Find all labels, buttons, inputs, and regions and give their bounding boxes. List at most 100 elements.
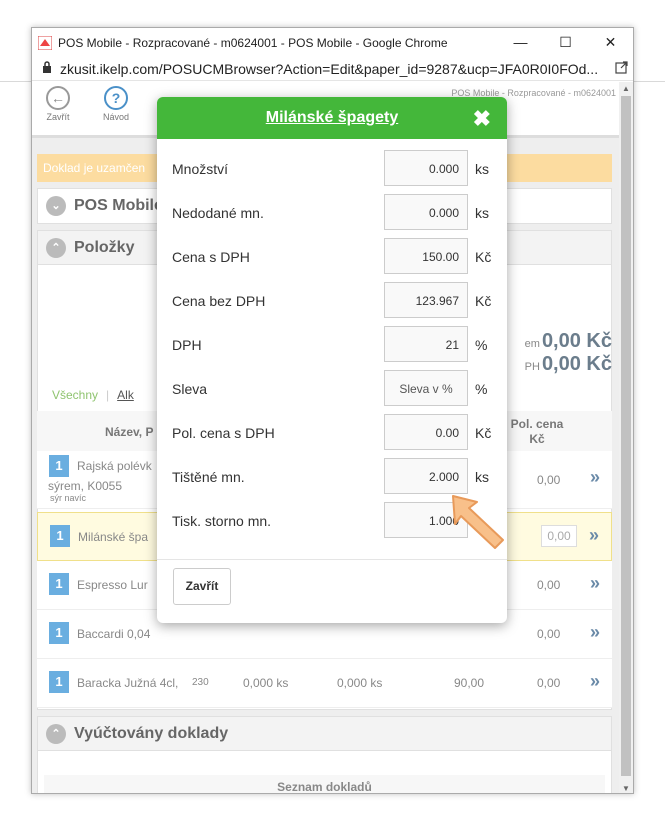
field-label: Pol. cena s DPH: [172, 425, 275, 441]
item-price: 0,00: [537, 473, 561, 487]
col-price: Pol. cena: [510, 417, 564, 431]
item-price-input[interactable]: 0.00: [384, 414, 468, 450]
field-price-without-vat: Cena bez DPH 123.967 Kč: [172, 282, 502, 318]
sum-total: em 0,00 Kč: [525, 330, 612, 353]
chevron-right-icon[interactable]: »: [590, 467, 600, 488]
field-label: Sleva: [172, 381, 208, 397]
accounted-panel-title: Vyúčtovány doklady: [74, 724, 229, 742]
scroll-down-icon[interactable]: ▼: [622, 784, 630, 793]
item-note: sýr navíc: [50, 493, 87, 503]
modal-footer-divider: [157, 559, 507, 560]
question-icon: ?: [104, 86, 128, 110]
lock-icon: [42, 61, 52, 76]
app-favicon-icon: [37, 35, 53, 50]
chevron-up-icon: ⌃: [46, 237, 66, 258]
chevron-down-icon: ⌄: [46, 196, 66, 216]
item-price: 0,00: [537, 676, 561, 690]
field-label: Cena bez DPH: [172, 293, 266, 309]
quantity-input[interactable]: 0.000: [384, 150, 468, 186]
close-icon[interactable]: ✖: [473, 106, 491, 132]
window-title: POS Mobile - Rozpracované - m0624001 - P…: [58, 35, 448, 50]
item-name: Rajská polévk: [77, 459, 152, 473]
field-unit: Kč: [475, 425, 492, 441]
field-unit: ks: [475, 469, 489, 485]
field-printed-qty: Tištěné mn. 2.000 ks: [172, 458, 502, 494]
toolbar-close-button[interactable]: ← Zavřít: [38, 86, 78, 122]
printed-qty-input[interactable]: 2.000: [384, 458, 468, 494]
field-label: Nedodané mn.: [172, 205, 264, 221]
scroll-up-icon[interactable]: ▲: [622, 84, 630, 93]
field-unit: %: [475, 381, 488, 397]
items-panel-title: Položky: [74, 238, 135, 256]
item-price: 0,00: [537, 578, 561, 592]
sum-total-value: 0,00 Kč: [541, 330, 612, 352]
field-unit: Kč: [475, 249, 492, 265]
field-label: Cena s DPH: [172, 249, 250, 265]
item-qty-ordered: 0,000 ks: [243, 676, 289, 690]
col-name: Název, P: [105, 425, 154, 439]
item-name: Milánské špa: [78, 530, 149, 544]
discount-input[interactable]: Sleva v %: [384, 370, 468, 406]
field-label: Tisk. storno mn.: [172, 513, 272, 529]
address-bar[interactable]: zkusit.ikelp.com/POSUCMBrowser?Action=Ed…: [32, 57, 633, 81]
field-unit: ks: [475, 205, 489, 221]
vat-input[interactable]: 21: [384, 326, 468, 362]
item-sub: sýrem, K0055: [48, 479, 123, 493]
toolbar-close-label: Zavřít: [46, 112, 70, 122]
field-unit: %: [475, 337, 488, 353]
open-external-icon[interactable]: [609, 60, 633, 77]
url-text[interactable]: zkusit.ikelp.com/POSUCMBrowser?Action=Ed…: [60, 61, 609, 77]
close-button[interactable]: Zavřít: [173, 568, 231, 605]
field-undelivered: Nedodané mn. 0.000 ks: [172, 194, 502, 230]
chevron-right-icon[interactable]: »: [590, 671, 600, 692]
maximize-button[interactable]: ☐: [543, 34, 588, 51]
item-code: 230: [192, 677, 209, 688]
field-unit: ks: [475, 161, 489, 177]
chevron-right-icon[interactable]: »: [590, 573, 600, 594]
field-label: Množství: [172, 161, 229, 177]
chevron-right-icon[interactable]: »: [589, 525, 599, 546]
item-name: Espresso Lur: [77, 578, 148, 592]
item-qty: 1: [49, 622, 69, 644]
item-filters: Všechny | Alk: [52, 388, 134, 402]
filter-separator: |: [106, 388, 110, 402]
item-price: 0,00: [537, 627, 561, 641]
filter-alcohol[interactable]: Alk: [117, 388, 134, 402]
pointer-arrow-icon: [452, 495, 504, 549]
item-qty: 1: [49, 671, 69, 693]
undelivered-input[interactable]: 0.000: [384, 194, 468, 230]
item-unit-price: 90,00: [454, 676, 485, 690]
item-qty-undelivered: 0,000 ks: [337, 676, 383, 690]
scrollbar[interactable]: ▲ ▼: [619, 82, 633, 793]
chevron-right-icon[interactable]: »: [590, 622, 600, 643]
filter-all[interactable]: Všechny: [52, 388, 98, 402]
sum-total-label: em: [524, 338, 540, 350]
back-arrow-icon: ←: [46, 86, 70, 110]
modal-title: Milánské špagety: [265, 109, 399, 126]
chevron-up-icon: ⌃: [46, 723, 66, 744]
item-name: Baracka Južná 4cl,: [77, 676, 179, 690]
item-price[interactable]: 0,00: [541, 525, 577, 547]
price-without-vat-input[interactable]: 123.967: [384, 282, 468, 318]
item-qty: 1: [49, 573, 69, 595]
price-with-vat-input[interactable]: 150.00: [384, 238, 468, 274]
scrollbar-thumb[interactable]: [621, 96, 631, 776]
sum-vat: PH 0,00 Kč: [525, 353, 612, 376]
field-vat: DPH 21 %: [172, 326, 502, 362]
accounted-panel: ⌃ Vyúčtovány doklady Seznam dokladů: [37, 716, 612, 793]
accounted-panel-header[interactable]: ⌃ Vyúčtovány doklady: [38, 717, 611, 751]
minimize-button[interactable]: —: [498, 34, 543, 51]
item-qty: 1: [50, 525, 70, 547]
field-label: DPH: [172, 337, 202, 353]
field-item-price: Pol. cena s DPH 0.00 Kč: [172, 414, 502, 450]
item-name: Baccardi 0,04: [77, 627, 151, 641]
item-qty: 1: [49, 455, 69, 477]
sum-vat-value: 0,00 Kč: [541, 353, 612, 375]
close-window-button[interactable]: ✕: [588, 34, 633, 51]
pos-panel-title: POS Mobile: [74, 197, 163, 214]
toolbar-help-button[interactable]: ? Návod: [96, 86, 136, 122]
toolbar-help-label: Návod: [102, 112, 129, 122]
sum-vat-label: PH: [524, 361, 540, 373]
table-row[interactable]: 1 Baracka Južná 4cl, 230 0,000 ks 0,000 …: [37, 659, 612, 708]
document-list-header: Seznam dokladů: [44, 775, 605, 793]
